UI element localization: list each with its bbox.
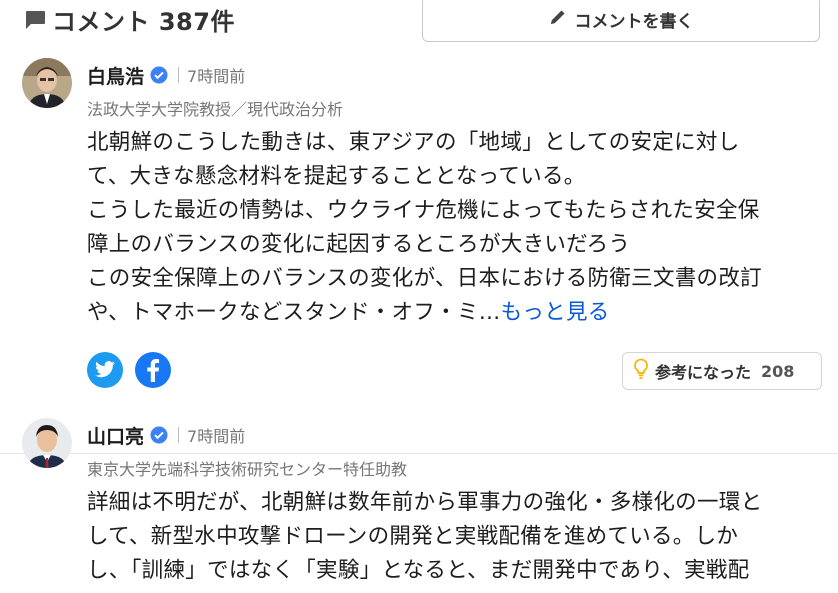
- comment-line: て、大きな懸念材料を提起することとなっている。: [87, 164, 586, 189]
- share-buttons: [87, 352, 171, 388]
- divider: [0, 453, 838, 454]
- comment-line: や、トマホークなどスタンド・オフ・ミ…: [87, 300, 501, 325]
- author-row: 白鳥浩 7時間前: [87, 62, 245, 88]
- avatar[interactable]: [22, 58, 72, 108]
- comment-body: 北朝鮮のこうした動きは、東アジアの「地域」としての安定に対し て、大きな懸念材料…: [87, 126, 822, 330]
- comment-line: し、「訓練」ではなく「実験」となると、まだ開発中であり、実戦配: [87, 558, 750, 583]
- read-more-link[interactable]: もっと見る: [501, 300, 610, 325]
- comment-line: 詳細は不明だが、北朝鮮は数年前から軍事力の強化・多様化の一環と: [87, 490, 763, 515]
- comment-bubble-icon: [24, 10, 46, 30]
- comments-header: コメント 387件 コメントを書く: [0, 0, 838, 44]
- lightbulb-icon: [633, 358, 649, 384]
- helpful-count: 208: [761, 361, 795, 381]
- comments-title: コメント 387件: [24, 2, 235, 37]
- facebook-icon[interactable]: [135, 352, 171, 388]
- comment-time: 7時間前: [187, 427, 246, 446]
- helpful-label: 参考になった: [655, 363, 752, 382]
- comment-line-last: や、トマホークなどスタンド・オフ・ミ…もっと見る: [87, 296, 822, 330]
- comment-line: この安全保障上のバランスの変化が、日本における防衛三文書の改訂: [87, 266, 762, 291]
- avatar[interactable]: [22, 418, 72, 468]
- verified-badge-icon: [150, 426, 168, 444]
- comment-line: 障上のバランスの変化に起因するところが大きいだろう: [87, 232, 631, 257]
- comment-time: 7時間前: [187, 67, 246, 86]
- comment-line: こうした最近の情勢は、ウクライナ危機によってもたらされた安全保: [87, 198, 760, 223]
- author-role: 東京大学先端科学技術研究センター特任助教: [87, 460, 408, 479]
- author-name[interactable]: 山口亮: [87, 422, 144, 449]
- comment-line: して、新型水中攻撃ドローンの開発と実戦配備を進めている。しか: [87, 524, 739, 549]
- author-name[interactable]: 白鳥浩: [87, 62, 144, 89]
- pencil-icon: [549, 8, 567, 31]
- verified-badge-icon: [150, 66, 168, 84]
- write-comment-button[interactable]: コメントを書く: [422, 0, 820, 42]
- separator: [178, 427, 180, 443]
- separator: [178, 67, 180, 83]
- helpful-button[interactable]: 参考になった 208: [622, 352, 822, 390]
- comment-body: 詳細は不明だが、北朝鮮は数年前から軍事力の強化・多様化の一環と して、新型水中攻…: [87, 486, 822, 588]
- comments-count-title: コメント 387件: [52, 8, 235, 36]
- author-role: 法政大学大学院教授／現代政治分析: [87, 100, 344, 119]
- comment-line: 北朝鮮のこうした動きは、東アジアの「地域」としての安定に対し: [87, 130, 740, 155]
- twitter-icon[interactable]: [87, 352, 123, 388]
- author-row: 山口亮 7時間前: [87, 422, 245, 448]
- write-comment-label: コメントを書く: [574, 11, 694, 32]
